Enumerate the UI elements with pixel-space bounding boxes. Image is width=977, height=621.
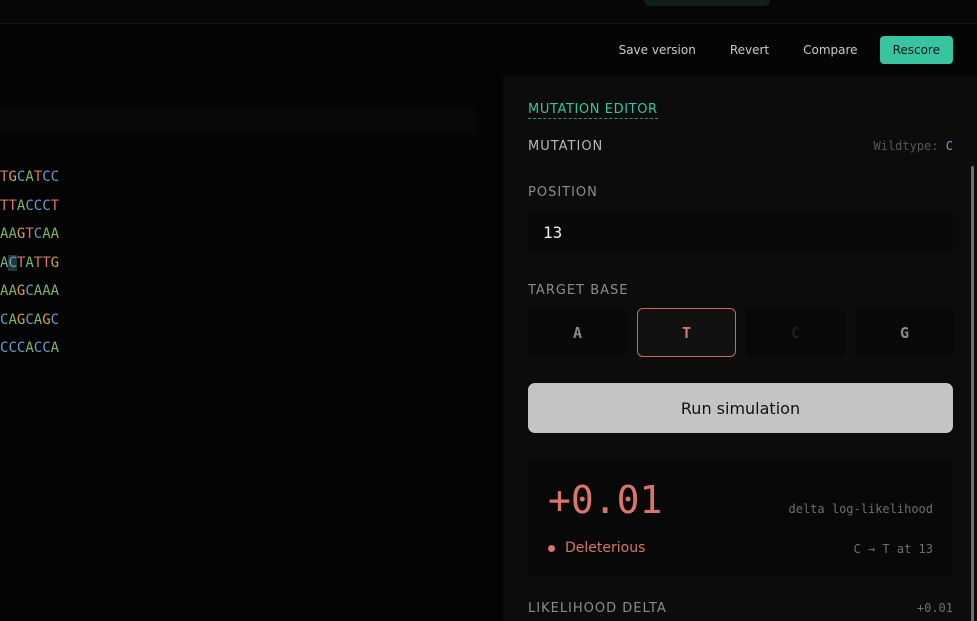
base-g-button[interactable]: G [855, 308, 954, 357]
sequence-base[interactable]: A [34, 283, 42, 299]
save-version-button[interactable]: Save version [602, 36, 713, 64]
compare-button[interactable]: Compare [786, 36, 874, 64]
sequence-base[interactable]: C [51, 169, 59, 185]
sequence-base[interactable]: A [42, 283, 50, 299]
sequence-base[interactable]: A [51, 283, 59, 299]
wildtype-readout: Wildtype: C [874, 139, 954, 153]
sequence-base[interactable]: C [42, 169, 50, 185]
sequence-base[interactable]: A [25, 169, 33, 185]
status-dot-icon [548, 544, 555, 552]
sequence-base[interactable]: G [51, 255, 59, 271]
sequence-base[interactable]: C [34, 198, 42, 214]
revert-button[interactable]: Revert [713, 36, 786, 64]
mutation-label: MUTATION [528, 139, 604, 154]
sequence-base[interactable]: A [8, 312, 16, 328]
sequence-base[interactable]: C [42, 198, 50, 214]
active-tab-indicator[interactable] [644, 0, 770, 6]
panel-scrollbar[interactable] [971, 166, 974, 621]
sequence-base[interactable]: T [42, 255, 50, 271]
position-label: POSITION [528, 185, 598, 200]
delta-value: +0.01 [548, 478, 663, 522]
run-simulation-button[interactable]: Run simulation [528, 383, 953, 433]
sequence-base[interactable]: A [25, 340, 33, 356]
sequence-base[interactable]: T [34, 169, 42, 185]
delta-label: delta log-likelihood [788, 502, 934, 516]
sequence-line: TTACCCT [0, 192, 59, 221]
sequence-base[interactable]: T [25, 226, 33, 242]
sequence-base[interactable]: T [8, 198, 16, 214]
position-input[interactable] [528, 212, 953, 252]
sequence-base[interactable]: G [42, 312, 50, 328]
sequence-base[interactable]: A [42, 226, 50, 242]
likelihood-delta-value: +0.01 [916, 601, 953, 615]
base-t-button[interactable]: T [637, 308, 736, 357]
sequence-line: AAGTCAA [0, 220, 59, 249]
verdict-badge: Deleterious [548, 540, 645, 556]
sequence-viewer: TGCATCC TTACCCT AAGTCAA ACTATTG AAGCAAA CAGCA… [0, 76, 503, 621]
sequence-line: ACTATTG [0, 249, 59, 278]
wildtype-value: C [945, 139, 953, 153]
sequence-base[interactable]: C [25, 198, 33, 214]
base-c-button[interactable]: C [746, 308, 845, 357]
sequence-line: CCCACCA [0, 334, 59, 363]
sequence-base[interactable]: C [25, 283, 33, 299]
sequence-line: AAGCAAA [0, 277, 59, 306]
likelihood-delta-label: LIKELIHOOD DELTA [528, 601, 667, 616]
sequence-base[interactable]: C [34, 340, 42, 356]
sequence-base[interactable]: C [8, 340, 16, 356]
sequence-base[interactable]: C [51, 312, 59, 328]
toolbar: Save version Revert Compare Rescore [602, 36, 953, 64]
sequence-base[interactable]: A [8, 226, 16, 242]
sequence-base[interactable]: C [42, 340, 50, 356]
sequence-base[interactable]: A [51, 340, 59, 356]
sequence-base[interactable]: A [8, 283, 16, 299]
sequence-lines: TGCATCC TTACCCT AAGTCAA ACTATTG AAGCAAA CAGCA… [0, 163, 59, 363]
sequence-line: CAGCAGC [0, 306, 59, 335]
target-base-selector: A T C G [528, 308, 954, 358]
panel-title: MUTATION EDITOR [528, 102, 658, 119]
rescore-button[interactable]: Rescore [879, 36, 953, 64]
result-card: +0.01 delta log-likelihood Deleterious C… [528, 458, 953, 576]
base-a-button[interactable]: A [528, 308, 627, 357]
sequence-base[interactable]: T [34, 255, 42, 271]
sequence-base[interactable]: A [25, 255, 33, 271]
sequence-base[interactable]: A [34, 312, 42, 328]
wildtype-label: Wildtype: [873, 139, 939, 153]
sequence-base[interactable]: A [51, 226, 59, 242]
mutation-change-text: C → T at 13 [853, 542, 933, 556]
sequence-base[interactable]: G [8, 169, 16, 185]
top-bar [0, 0, 977, 24]
sequence-line: TGCATCC [0, 163, 59, 192]
sequence-base[interactable]: C [25, 312, 33, 328]
sequence-header [0, 108, 476, 134]
highlighted-base[interactable]: C [8, 254, 17, 271]
sequence-base[interactable]: C [34, 226, 42, 242]
sequence-base[interactable]: T [51, 198, 59, 214]
target-base-label: TARGET BASE [528, 283, 629, 298]
mutation-editor-panel: MUTATION EDITOR MUTATION Wildtype: C POS… [503, 76, 977, 621]
verdict-text: Deleterious [565, 540, 646, 556]
